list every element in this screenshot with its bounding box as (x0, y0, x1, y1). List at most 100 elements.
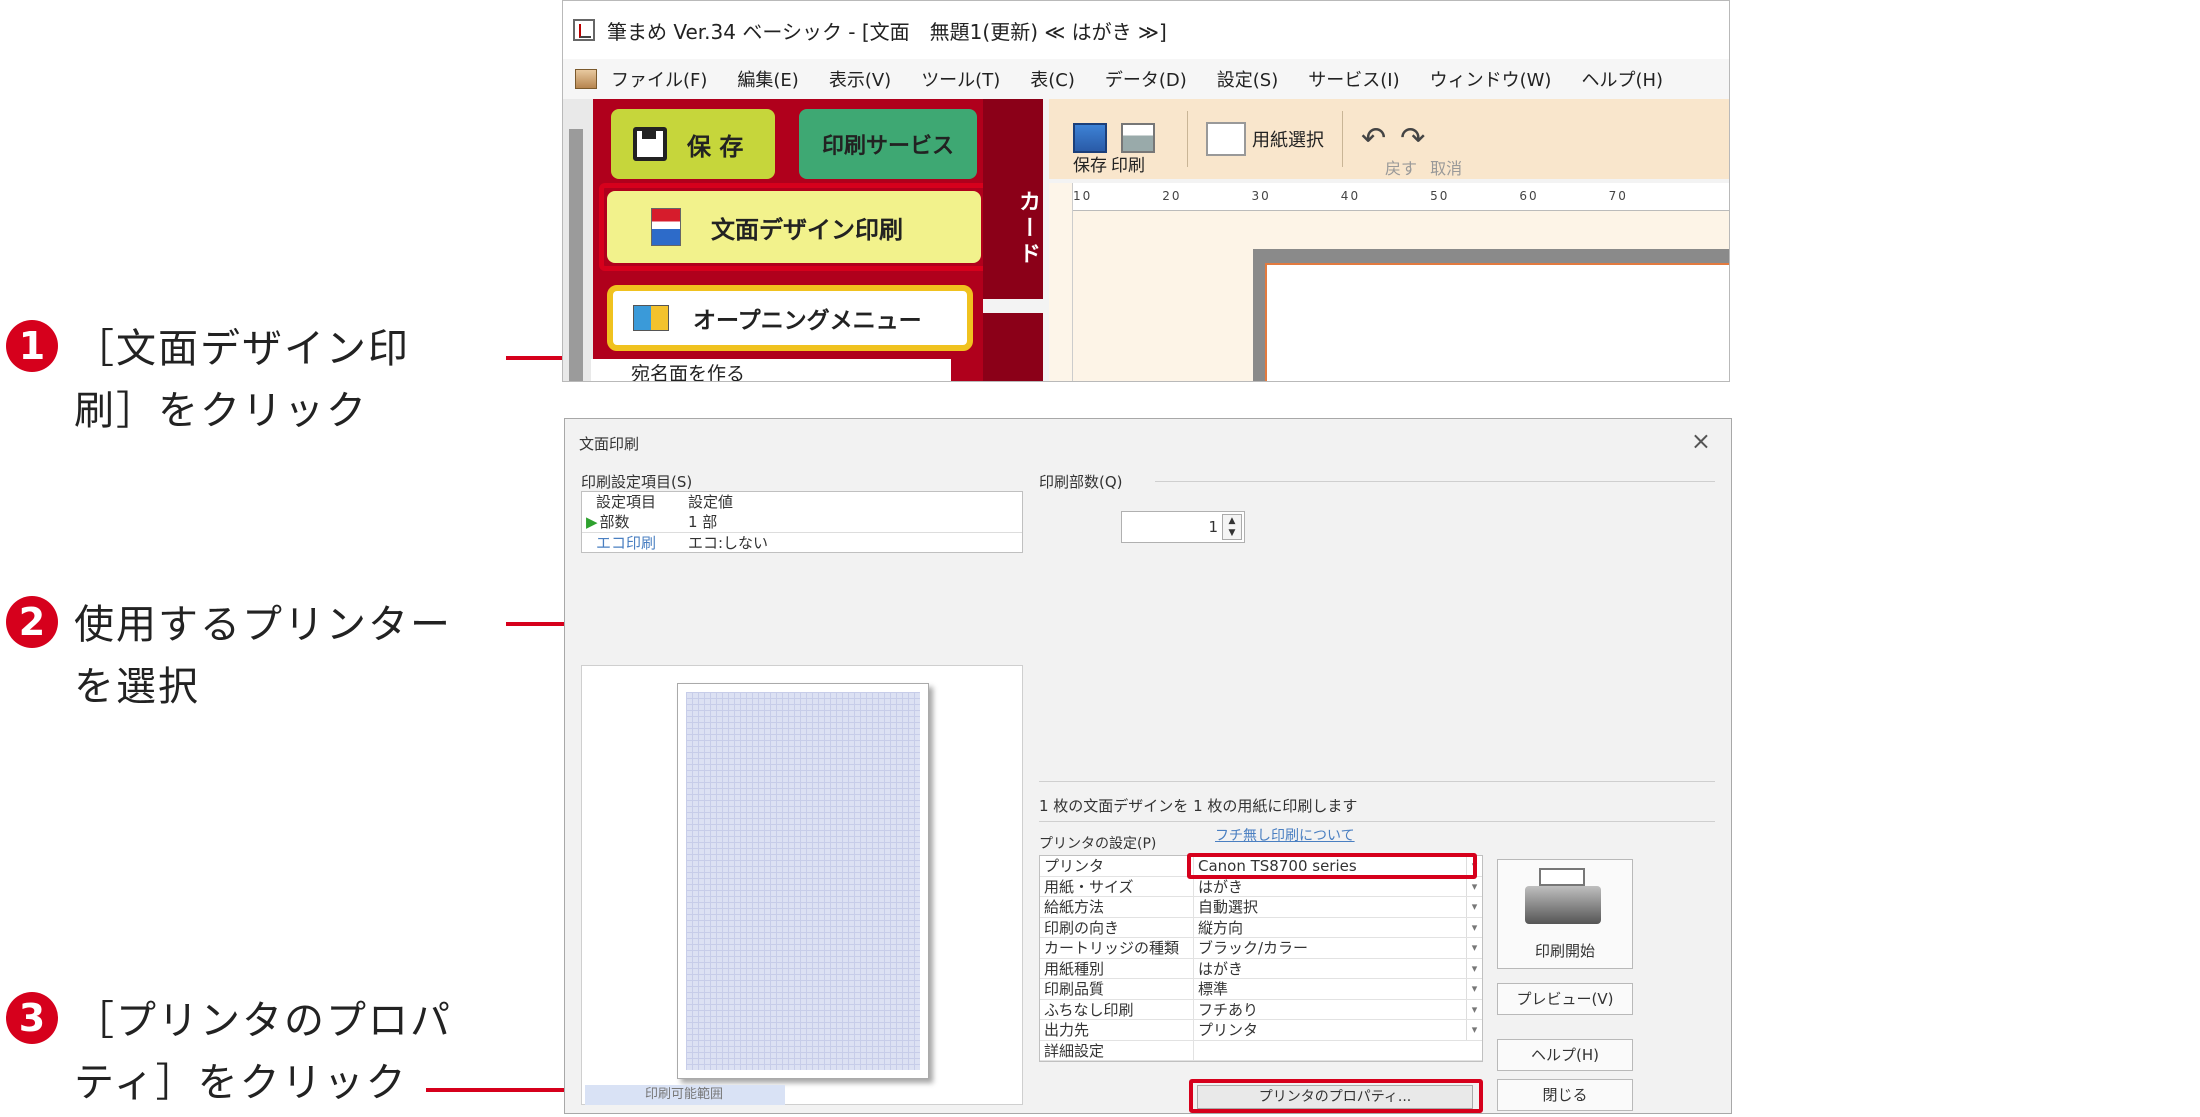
chevron-down-icon[interactable]: ▾ (1466, 958, 1482, 978)
preview-button[interactable]: プレビュー(V) (1497, 983, 1633, 1015)
menu-table[interactable]: 表(C) (1030, 66, 1075, 92)
horizontal-ruler: 10 20 30 40 50 60 70 (1073, 183, 1729, 211)
settings-eco-key: エコ印刷 (596, 534, 657, 552)
chevron-down-icon[interactable]: ▾ (1466, 979, 1482, 999)
menu-settings[interactable]: 設定(S) (1217, 66, 1278, 92)
printer-row-feed[interactable]: 給紙方法 自動選択 ▾ (1040, 897, 1482, 918)
quality-key: 印刷品質 (1040, 979, 1194, 999)
copies-value: 1 (1208, 518, 1218, 536)
opening-menu-label: オープニングメニュー (693, 308, 922, 334)
ruler-marks: 10 20 30 40 50 60 70 (1073, 189, 1628, 203)
settings-row-copies[interactable]: ▶ 部数 1 部 (582, 512, 1022, 532)
menu-file[interactable]: ファイル(F) (611, 66, 707, 92)
borderless-link[interactable]: フチ無し印刷について (1215, 825, 1355, 845)
opening-menu-button[interactable]: オープニングメニュー (607, 285, 973, 351)
output-key: 出力先 (1040, 1020, 1194, 1040)
chevron-down-icon[interactable]: ▾ (1466, 938, 1482, 958)
save-button-label: 保 存 (687, 132, 744, 161)
cartridge-value[interactable]: ブラック/カラー (1194, 938, 1466, 958)
printer-icon-body (1525, 886, 1601, 924)
floppy-icon (633, 127, 667, 161)
toolbar-labels: 保存 印刷 (1073, 151, 1145, 176)
menu-help[interactable]: ヘルプ(H) (1581, 66, 1663, 92)
step-1-text: ［文面デザイン印 刷］をクリック (74, 326, 410, 434)
document-icon (575, 69, 597, 89)
printer-properties-highlight (1189, 1079, 1483, 1113)
redo-button[interactable]: ↷ (1400, 124, 1425, 154)
printer-row-orientation[interactable]: 印刷の向き 縦方向 ▾ (1040, 917, 1482, 938)
start-print-label: 印刷開始 (1534, 942, 1595, 960)
help-button[interactable]: ヘルプ(H) (1497, 1039, 1633, 1071)
save-button[interactable]: 保 存 (611, 109, 775, 179)
printer-row-key: プリンタ (1040, 856, 1194, 876)
chevron-down-icon[interactable]: ▾ (1466, 876, 1482, 896)
copies-spinner[interactable]: 1 ▲ ▼ (1121, 511, 1245, 543)
toolbar-separator (1187, 111, 1188, 167)
work-area: 保 存 印刷サービス 文面デザイン印刷 オープニングメニュー 宛名面を作る カー… (563, 99, 1729, 381)
preview-paper (677, 683, 929, 1079)
address-side-button[interactable]: 宛名面を作る (591, 359, 951, 382)
settings-row-eco[interactable]: エコ印刷 エコ:しない (582, 532, 1022, 552)
print-service-label: 印刷サービス (821, 134, 954, 159)
copies-label: 印刷部数(Q) (1039, 473, 1123, 491)
design-print-highlight (599, 183, 989, 271)
printer-row-quality[interactable]: 印刷品質 標準 ▾ (1040, 979, 1482, 1000)
paper-icon (1206, 122, 1246, 156)
close-button[interactable]: 閉じる (1497, 1079, 1633, 1111)
close-icon[interactable]: × (1691, 427, 1711, 455)
printer-settings-label: プリンタの設定(P) (1039, 836, 1157, 852)
menu-service[interactable]: サービス(I) (1308, 66, 1399, 92)
printer-row-cartridge[interactable]: カートリッジの種類 ブラック/カラー ▾ (1040, 938, 1482, 959)
step-3-annotation: 3 ［プリンタのプロパ ティ］をクリック (6, 990, 452, 1114)
chevron-down-icon[interactable]: ▾ (1466, 917, 1482, 937)
chevron-down-icon[interactable]: ▾ (1466, 897, 1482, 917)
orientation-value[interactable]: 縦方向 (1194, 918, 1466, 938)
step-1-annotation: 1 ［文面デザイン印 刷］をクリック (6, 318, 410, 442)
left-scrollbar[interactable] (563, 99, 593, 381)
app-icon (573, 19, 595, 41)
feed-value[interactable]: 自動選択 (1194, 897, 1466, 917)
printer-row-borderless[interactable]: ふちなし印刷 フチあり ▾ (1040, 999, 1482, 1020)
toolbar-save-label: 保存 (1073, 156, 1107, 176)
paper-select-button[interactable]: 用紙選択 (1206, 122, 1324, 156)
step-2-annotation: 2 使用するプリンター を選択 (6, 594, 452, 718)
window-titlebar: 筆まめ Ver.34 ベーシック - [文面 無題1(更新) ≪ はがき ≫] (563, 1, 1729, 59)
fudemame-window: 筆まめ Ver.34 ベーシック - [文面 無題1(更新) ≪ はがき ≫] … (562, 0, 1730, 382)
step-3-text: ［プリンタのプロパ ティ］をクリック (74, 998, 452, 1106)
print-service-button[interactable]: 印刷サービス (799, 109, 977, 179)
borderless-value[interactable]: フチあり (1194, 1000, 1466, 1020)
step-3-number: 3 (6, 992, 58, 1044)
menu-data[interactable]: データ(D) (1105, 66, 1187, 92)
printer-settings-table: プリンタ Canon TS8700 series ▾ 用紙・サイズ はがき ▾ … (1039, 855, 1483, 1062)
menu-tools[interactable]: ツール(T) (921, 66, 1000, 92)
chevron-down-icon[interactable]: ▾ (1466, 1020, 1482, 1040)
undo-label: 戻す (1385, 159, 1418, 178)
menu-view[interactable]: 表示(V) (829, 66, 891, 92)
start-print-button[interactable]: 印刷開始 (1497, 859, 1633, 969)
output-value[interactable]: プリンタ (1194, 1020, 1466, 1040)
settings-copies-value: 1 部 (688, 513, 718, 531)
address-side-label: 宛名面を作る (631, 363, 746, 382)
borderless-key: ふちなし印刷 (1040, 999, 1194, 1019)
chevron-down-icon[interactable]: ▾ (1466, 999, 1482, 1019)
menu-window[interactable]: ウィンドウ(W) (1430, 66, 1552, 92)
info-divider-top (1039, 781, 1715, 782)
undo-icon: ↶ (1361, 121, 1387, 156)
card-tab[interactable]: カード (983, 99, 1043, 299)
print-dialog: 文面印刷 × 印刷設定項目(S) 印刷部数(Q) 設定項目 設定値 ▶ 部数 1 … (564, 418, 1732, 1114)
printer-row-output[interactable]: 出力先 プリンタ ▾ (1040, 1020, 1482, 1041)
paper-type-value[interactable]: はがき (1194, 959, 1466, 979)
postcard-page[interactable] (1265, 263, 1729, 381)
menu-edit[interactable]: 編集(E) (737, 66, 798, 92)
paper-size-value[interactable]: はがき (1194, 877, 1466, 897)
quality-value[interactable]: 標準 (1194, 979, 1466, 999)
vertical-ruler (1049, 183, 1073, 381)
printer-row-paper-type[interactable]: 用紙種別 はがき ▾ (1040, 958, 1482, 979)
undo-button[interactable]: ↶ (1361, 124, 1386, 154)
card-tab-label: カード (1015, 190, 1040, 268)
spinner-arrows-icon[interactable]: ▲ ▼ (1222, 514, 1242, 540)
printer-row-paper-size[interactable]: 用紙・サイズ はがき ▾ (1040, 876, 1482, 897)
address-tab[interactable] (983, 313, 1043, 381)
scroll-thumb[interactable] (569, 129, 583, 381)
paper-size-key: 用紙・サイズ (1040, 876, 1194, 896)
